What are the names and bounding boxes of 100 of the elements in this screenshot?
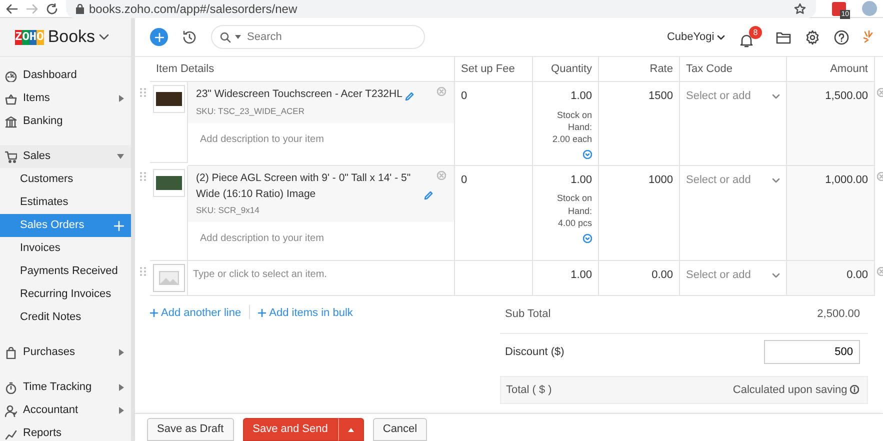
star-icon[interactable] [794,2,806,14]
quantity-field[interactable]: 1.00 [570,266,592,284]
column-header: Quantity [533,57,599,82]
chevron-down-icon [772,94,780,99]
sidebar-subitem[interactable]: Estimates [0,191,131,214]
sku-text: SKU: TSC_23_WIDE_ACER [196,104,306,118]
stock-text: Stock on Hand: 2.00 each [551,108,592,145]
total-label: Total ( $ ) [506,382,552,398]
search-icon [220,32,231,42]
organization-menu[interactable]: CubeYogi [666,28,725,46]
plus-icon [150,309,158,318]
back-arrow-icon[interactable] [6,2,18,14]
settings-icon[interactable] [805,30,820,44]
sparkle-icon[interactable] [863,30,873,44]
reload-icon[interactable] [46,2,58,14]
amount-text: 1,000.00 [787,166,875,261]
gauge-icon [5,70,17,82]
plus-icon[interactable] [114,220,124,230]
new-button[interactable] [150,28,168,46]
chevron-down-icon[interactable] [99,34,110,40]
chevron-down-icon [717,34,725,40]
sidebar-item[interactable]: Sales [0,145,131,168]
tax-code-dropdown[interactable]: Select or add [686,266,780,284]
sidebar-item[interactable]: Items [0,87,131,110]
caret-right-icon [119,384,124,391]
address-bar[interactable]: books.zoho.com/app#/salesorders/new [66,0,816,18]
rate-field[interactable]: 0.00 [599,260,680,296]
sidebar-subitem[interactable]: Payments Received [0,260,131,283]
sidebar-item[interactable]: Accountant [0,399,131,422]
item-name: (2) Piece AGL Screen with 9' - 0" Tall x 14' - 5" Wide (16:10 Ratio) Image [196,170,412,202]
setup-fee-field[interactable]: 0 [455,82,533,166]
rate-field[interactable]: 1000 [599,166,680,261]
cancel-button[interactable]: Cancel [372,418,428,441]
total-note: Calculated upon saving [732,382,848,398]
drag-handle-icon[interactable] [140,88,146,97]
sidebar-item[interactable]: Dashboard [0,64,131,87]
product-name: Books [48,26,96,48]
amount-text: 1,500.00 [787,82,875,166]
sidebar-subitem[interactable]: Invoices [0,237,131,260]
bell-icon [739,33,754,48]
tax-code-dropdown[interactable]: Select or add [686,88,780,104]
profile-avatar[interactable] [862,1,877,16]
save-send-button[interactable]: Save and Send [242,418,338,441]
remove-icon[interactable] [437,87,446,96]
history-icon[interactable] [182,30,197,44]
sidebar-item[interactable]: Purchases [0,341,131,364]
column-header: Set up Fee [455,57,533,82]
person-icon [5,404,17,416]
url-text: books.zoho.com/app#/salesorders/new [89,0,298,18]
pencil-icon[interactable] [405,92,414,101]
lock-icon [76,4,84,14]
sidebar-subitem[interactable]: Customers [0,168,131,191]
discount-field[interactable]: 500 [764,340,860,364]
search-input[interactable]: Search [245,28,405,46]
description-field[interactable]: Add description to your item [188,122,454,156]
sidebar-item[interactable]: Time Tracking [0,376,131,399]
tax-code-dropdown[interactable]: Select or add [686,172,780,188]
column-header: Rate [599,57,680,82]
caret-down-icon [117,154,124,159]
folder-icon[interactable] [776,30,791,44]
sidebar-subitem[interactable]: Credit Notes [0,306,131,329]
stock-text: Stock on Hand: 4.00 pcs [556,192,592,229]
cart-icon [5,150,17,162]
setup-fee-field[interactable]: 0 [455,166,533,261]
search-bar[interactable]: Search [211,25,425,49]
help-icon[interactable] [834,30,849,44]
caret-right-icon [119,407,124,414]
bag-icon [5,346,17,358]
item-select-field[interactable]: Type or click to select an item. [188,260,454,288]
quantity-field[interactable]: 1.00 [570,172,592,188]
amount-text: 0.00 [787,260,875,296]
sidebar-subitem[interactable]: Recurring Invoices [0,283,131,306]
remove-icon[interactable] [437,170,446,180]
discount-label: Discount ($) [505,344,564,360]
sku-text: SKU: SCR_9x14 [196,204,260,218]
info-icon [850,385,859,394]
caret-down-icon [235,35,241,39]
description-field[interactable]: Add description to your item [188,222,454,256]
save-draft-button[interactable]: Save as Draft [147,418,234,441]
remove-icon[interactable] [877,266,883,276]
remove-icon[interactable] [877,172,883,181]
drag-handle-icon[interactable] [140,172,146,181]
plus-icon [154,32,164,42]
image-placeholder-icon [159,270,179,285]
sidebar-item[interactable]: Reports [0,422,131,441]
notifications-button[interactable]: 8 [739,26,762,48]
caret-right-icon [119,95,124,102]
dropdown-button[interactable] [338,418,364,441]
product-photo [153,85,185,113]
plus-icon [258,309,266,318]
product-photo [153,168,185,197]
pencil-icon[interactable] [424,191,433,200]
forward-arrow-icon[interactable] [26,2,38,14]
drag-handle-icon[interactable] [140,266,146,276]
bank-icon [5,116,17,128]
rate-field[interactable]: 1500 [599,82,680,166]
chevron-down-icon [772,178,780,183]
sidebar-item[interactable]: Banking [0,110,131,133]
quantity-field[interactable]: 1.00 [570,88,592,104]
caret-up-icon [348,428,354,432]
